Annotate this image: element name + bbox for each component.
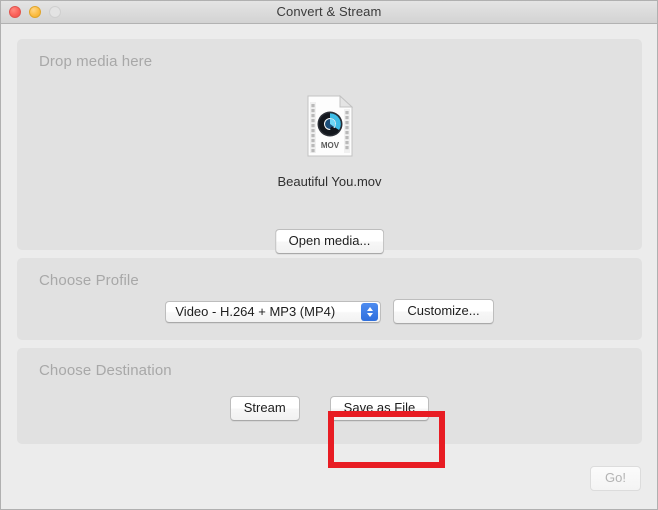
save-as-file-button[interactable]: Save as File [329,396,430,421]
window-titlebar: Convert & Stream [1,1,657,24]
profile-select-value: Video - H.264 + MP3 (MP4) [175,304,336,319]
chevron-updown-icon [361,302,379,321]
dialog-body: Drop media here MOV Beautiful You.mov Op… [1,25,657,509]
media-file-name: Beautiful You.mov [277,174,382,189]
convert-and-stream-window: Convert & Stream Drop media here MOV Bea… [0,0,658,510]
choose-profile-panel: Choose Profile Video - H.264 + MP3 (MP4)… [17,258,642,340]
choose-profile-label: Choose Profile [39,272,139,289]
destination-controls-row: Stream Save as File [17,396,642,421]
open-media-button[interactable]: Open media... [274,229,385,254]
stream-button[interactable]: Stream [229,396,300,421]
choose-destination-panel: Choose Destination Stream Save as File [17,348,642,444]
selected-media-preview: MOV Beautiful You.mov [17,95,642,189]
drop-media-label: Drop media here [39,53,153,70]
window-title: Convert & Stream [276,4,382,19]
quicktime-mov-file-icon: MOV [307,95,353,157]
svg-text:MOV: MOV [320,141,339,150]
choose-destination-label: Choose Destination [39,362,172,379]
customize-profile-button[interactable]: Customize... [393,299,494,324]
profile-select[interactable]: Video - H.264 + MP3 (MP4) [165,300,382,323]
go-button[interactable]: Go! [590,466,641,491]
profile-controls-row: Video - H.264 + MP3 (MP4) Customize... [17,299,642,324]
drop-media-panel[interactable]: Drop media here MOV Beautiful You.mov Op… [17,39,642,254]
